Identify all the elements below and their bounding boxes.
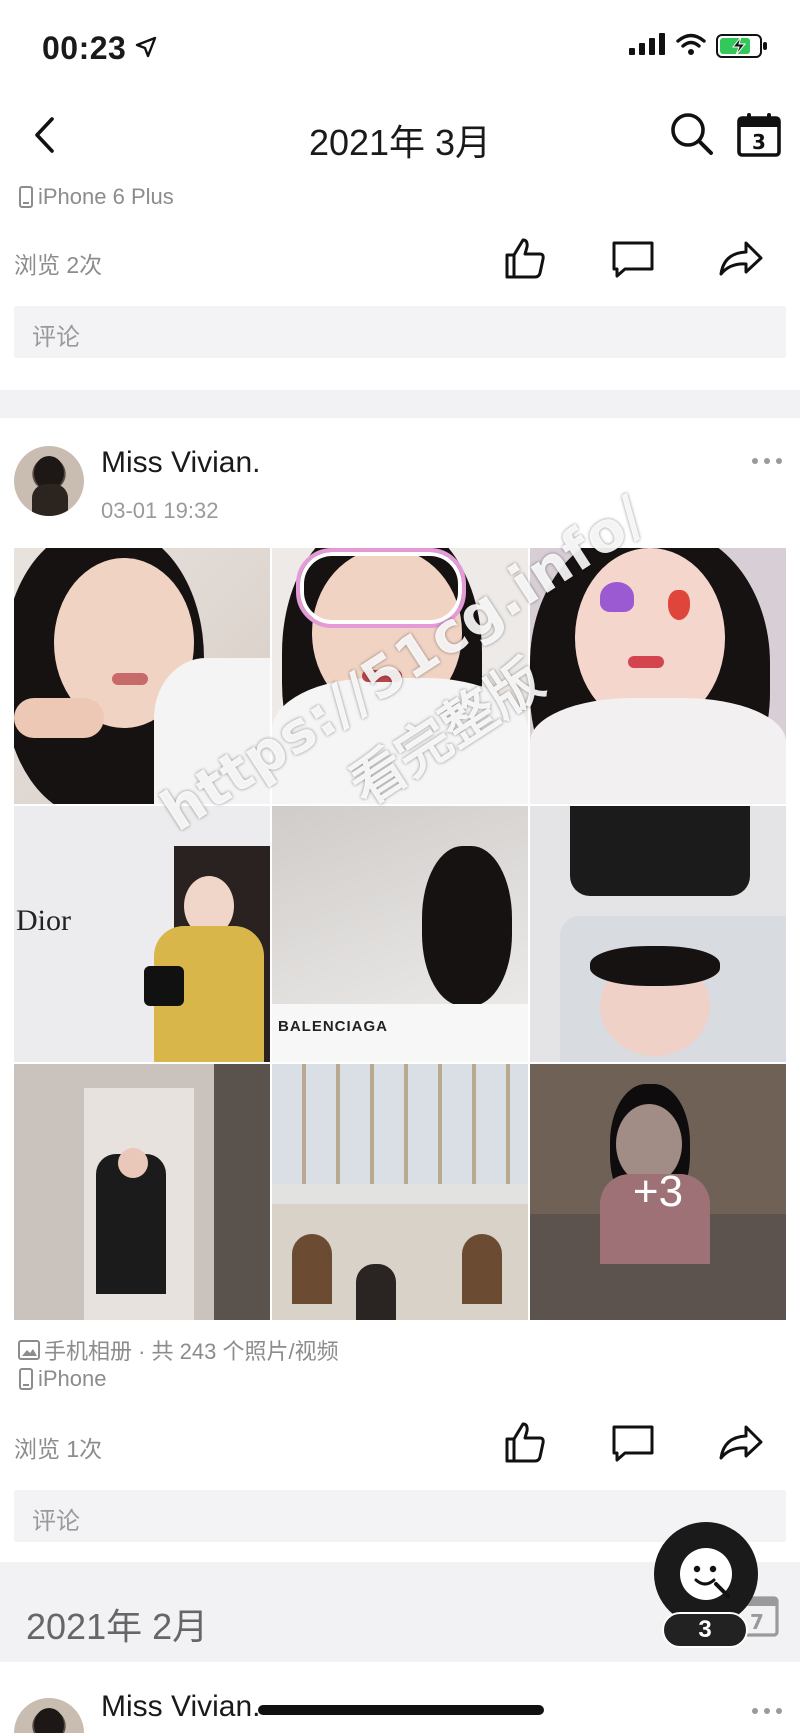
calendar-icon: 3	[737, 113, 781, 157]
photo-album-icon	[18, 1340, 40, 1360]
smiley-assistant-icon	[680, 1548, 732, 1600]
assistant-floating-button[interactable]	[654, 1522, 758, 1626]
avatar[interactable]	[14, 1698, 84, 1733]
photo-6[interactable]	[530, 806, 786, 1062]
like-button[interactable]	[498, 1416, 552, 1470]
photo-3[interactable]	[530, 548, 786, 804]
status-time: 00:23	[42, 30, 127, 66]
month-label: 2021年 2月	[26, 1606, 209, 1647]
calendar-button[interactable]: 3	[736, 112, 782, 158]
thumbs-up-icon	[505, 1422, 545, 1463]
speech-bubble-icon	[612, 1425, 654, 1462]
comment-input[interactable]: 评论	[14, 306, 786, 358]
author-name[interactable]: Miss Vivian.	[101, 446, 261, 480]
view-count: 浏览 1次	[14, 1436, 103, 1462]
album-info: 手机相册 · 共 243 个照片/视频	[44, 1339, 339, 1364]
dior-text: Dior	[16, 904, 71, 937]
like-button[interactable]	[498, 232, 552, 286]
speech-bubble-icon	[612, 241, 654, 278]
device-name: iPhone 6 Plus	[38, 184, 174, 209]
share-arrow-icon	[719, 1425, 763, 1460]
calendar-day-label: 3	[752, 130, 766, 154]
comment-button[interactable]	[606, 1416, 660, 1470]
comment-button[interactable]	[606, 232, 660, 286]
search-icon	[671, 113, 713, 155]
post-card-next: Miss Vivian.	[0, 1662, 800, 1733]
device-name: iPhone	[38, 1366, 107, 1391]
photo-5[interactable]: BALENCIAGA	[272, 806, 528, 1062]
avatar[interactable]	[14, 446, 84, 516]
phone-icon	[19, 186, 33, 208]
nav-bar: 2021年 3月 3	[0, 92, 800, 180]
photo-4[interactable]: Dior	[14, 806, 270, 1062]
author-name[interactable]: Miss Vivian.	[101, 1690, 261, 1724]
location-arrow-icon	[135, 36, 157, 58]
device-line: iPhone	[18, 1366, 107, 1392]
home-indicator	[258, 1705, 544, 1715]
assistant-badge: 3	[662, 1612, 748, 1648]
wifi-icon	[676, 33, 706, 55]
more-photos-count: +3	[530, 1064, 786, 1320]
battery-charging-icon	[716, 34, 767, 58]
photo-1[interactable]	[14, 548, 270, 804]
more-options-button[interactable]	[752, 458, 782, 468]
post-card-previous: iPhone 6 Plus 浏览 2次 评论	[0, 180, 800, 390]
share-button[interactable]	[714, 1416, 768, 1470]
device-line: iPhone 6 Plus	[18, 184, 174, 210]
thumbs-up-icon	[505, 238, 545, 279]
photo-grid: Dior BALENCIAGA +3	[14, 548, 786, 1320]
post-time: 03-01 19:32	[101, 498, 219, 523]
calendar-day-label: 7	[750, 1610, 764, 1634]
more-options-button[interactable]	[752, 1708, 782, 1718]
photo-2[interactable]	[272, 548, 528, 804]
view-count: 浏览 2次	[14, 252, 103, 278]
share-button[interactable]	[714, 232, 768, 286]
comment-input[interactable]: 评论	[14, 1490, 786, 1542]
balenciaga-text: BALENCIAGA	[278, 1018, 388, 1035]
photo-9-more[interactable]: +3	[530, 1064, 786, 1320]
phone-icon	[19, 1368, 33, 1390]
photo-7[interactable]	[14, 1064, 270, 1320]
status-bar: 00:23	[0, 0, 800, 92]
search-button[interactable]	[668, 110, 716, 158]
album-info-line: 手机相册 · 共 243 个照片/视频	[18, 1334, 339, 1366]
cellular-signal-icon	[629, 33, 665, 55]
share-arrow-icon	[719, 241, 763, 276]
photo-8[interactable]	[272, 1064, 528, 1320]
